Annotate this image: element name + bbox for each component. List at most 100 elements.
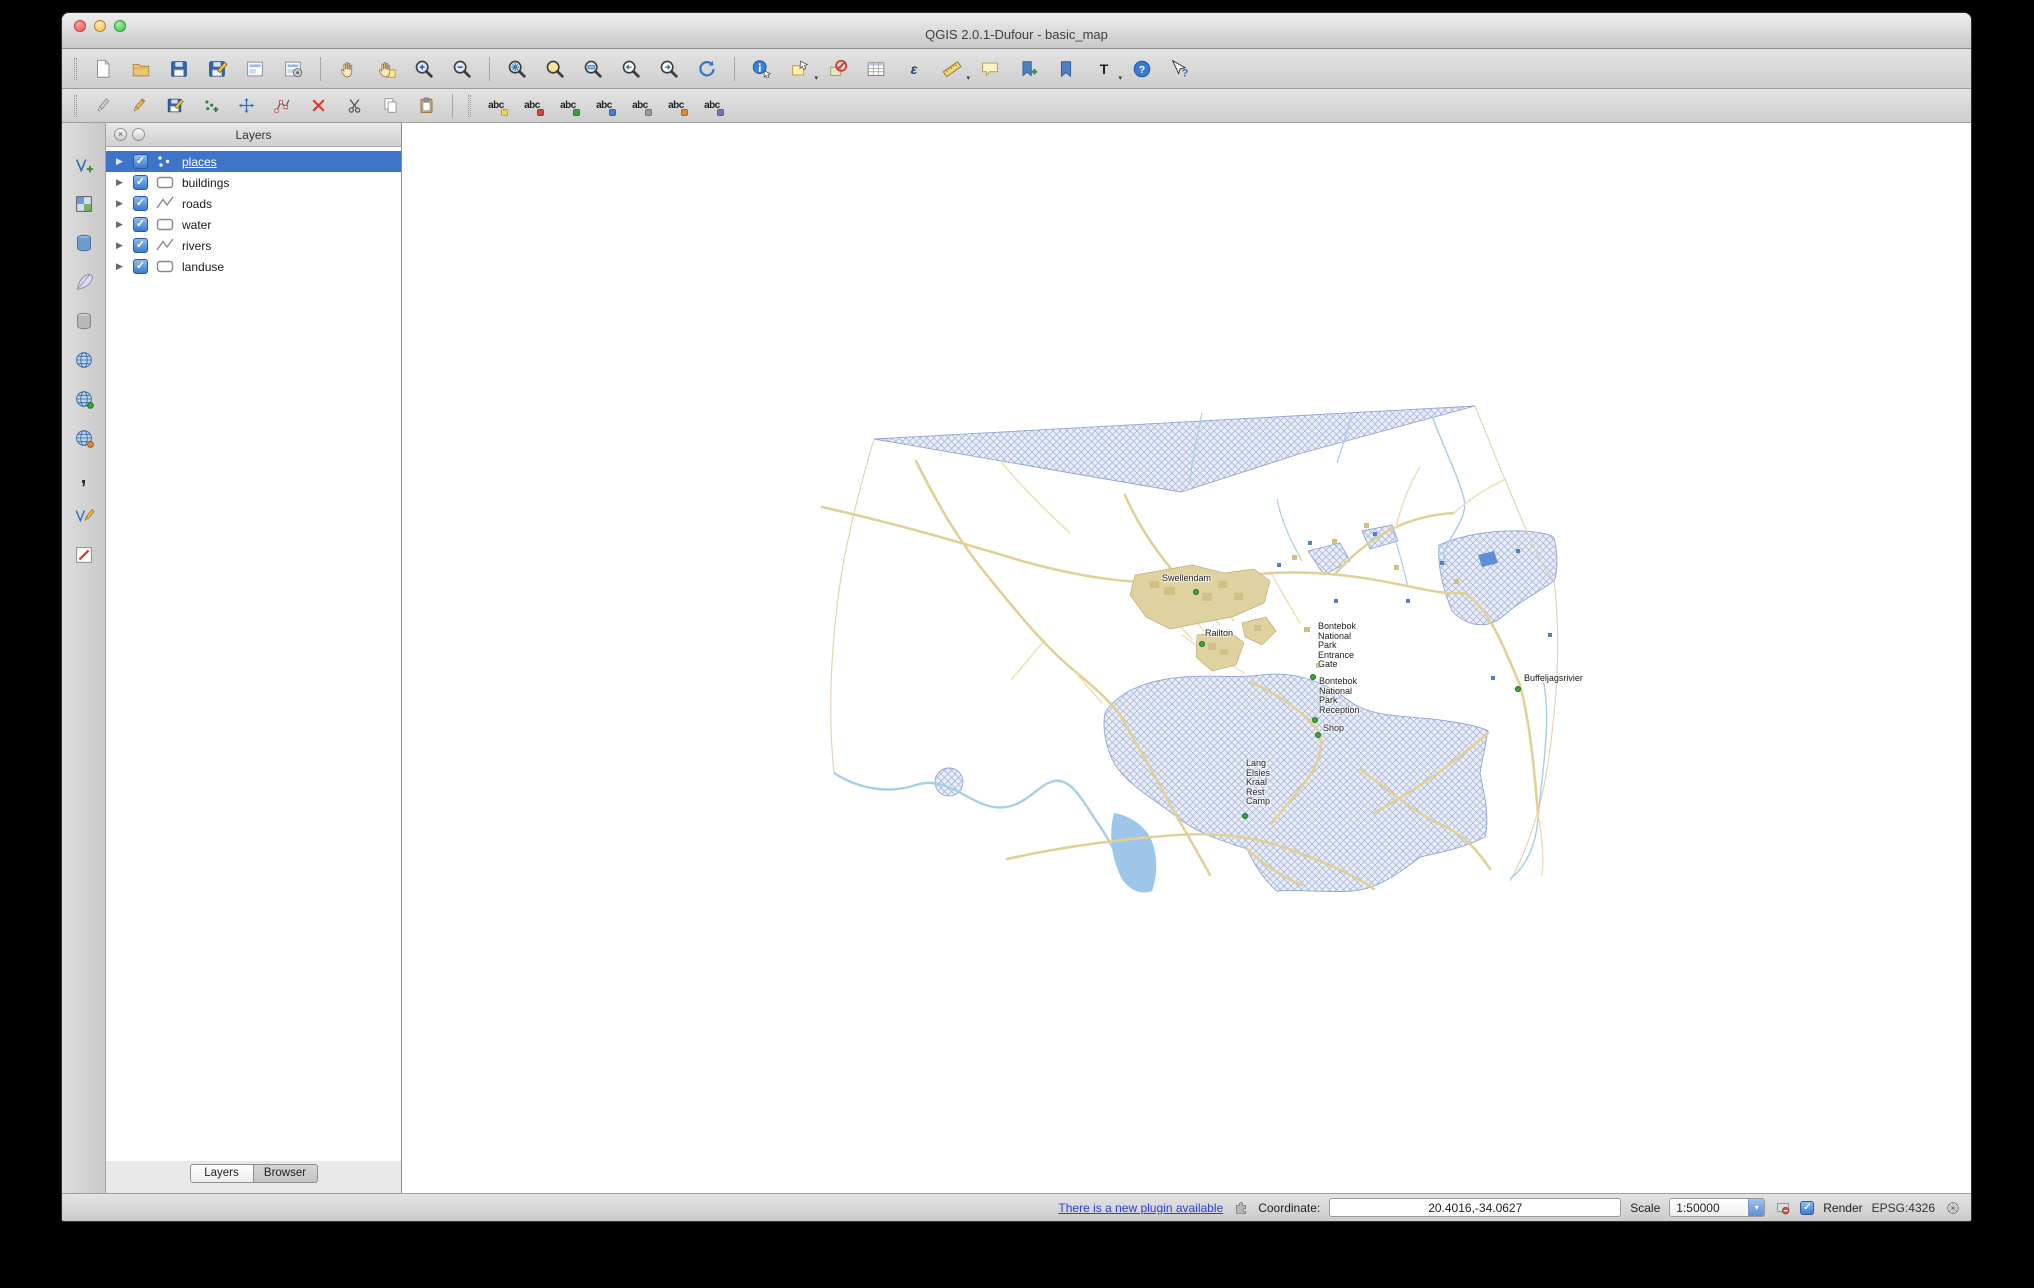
expand-arrow-icon[interactable]: ▶	[116, 177, 126, 188]
panel-close-button[interactable]: ×	[114, 128, 127, 141]
layer-checkbox[interactable]: ✓	[133, 154, 148, 169]
cut-features-button[interactable]	[339, 94, 369, 118]
stop-render-icon[interactable]	[1774, 1199, 1791, 1216]
floppy-disk-icon	[168, 58, 190, 80]
pan-to-selection-button[interactable]	[370, 55, 402, 83]
layer-labeling-options-button[interactable]: abc	[481, 94, 511, 118]
layer-checkbox[interactable]: ✓	[133, 238, 148, 253]
toolbar-grip[interactable]	[74, 95, 77, 117]
new-project-button[interactable]	[87, 55, 119, 83]
open-attribute-table-button[interactable]	[860, 55, 892, 83]
show-bookmarks-button[interactable]	[1050, 55, 1082, 83]
save-project-as-button[interactable]	[201, 55, 233, 83]
new-shapefile-layer-button[interactable]	[68, 502, 100, 530]
render-checkbox[interactable]: ✓	[1800, 1201, 1814, 1215]
move-label-button[interactable]: abc	[625, 94, 655, 118]
delete-selected-button[interactable]	[303, 94, 333, 118]
layer-checkbox[interactable]: ✓	[133, 175, 148, 190]
layer-item-landuse[interactable]: ▶ ✓ landuse	[106, 256, 401, 277]
add-delimited-text-layer-button[interactable]: ,	[68, 463, 100, 491]
field-calculator-button[interactable]: ε	[898, 55, 930, 83]
save-project-button[interactable]	[163, 55, 195, 83]
tab-layers[interactable]: Layers	[190, 1164, 254, 1183]
expand-arrow-icon[interactable]: ▶	[116, 261, 126, 272]
add-wms-layer-button[interactable]	[68, 346, 100, 374]
titlebar[interactable]: QGIS 2.0.1-Dufour - basic_map	[62, 13, 1971, 49]
zoom-in-button[interactable]	[408, 55, 440, 83]
pin-labels-button[interactable]: abc	[517, 94, 547, 118]
composer-page-icon	[244, 58, 266, 80]
zoom-to-selection-button[interactable]	[539, 55, 571, 83]
node-tool-button[interactable]	[267, 94, 297, 118]
panel-float-button[interactable]	[132, 128, 145, 141]
change-label-properties-button[interactable]: abc	[697, 94, 727, 118]
add-raster-layer-button[interactable]	[68, 190, 100, 218]
zoom-to-layer-button[interactable]	[577, 55, 609, 83]
close-window-button[interactable]	[74, 20, 86, 32]
zoom-out-button[interactable]	[446, 55, 478, 83]
current-edits-button[interactable]	[87, 94, 117, 118]
layer-checkbox[interactable]: ✓	[133, 217, 148, 232]
rotate-label-button[interactable]: abc	[661, 94, 691, 118]
add-wfs-layer-button[interactable]	[68, 424, 100, 452]
add-vector-layer-button[interactable]	[68, 151, 100, 179]
new-plugin-link[interactable]: There is a new plugin available	[1058, 1201, 1223, 1215]
plugin-icon[interactable]	[1232, 1199, 1249, 1216]
refresh-map-button[interactable]	[691, 55, 723, 83]
add-spatialite-layer-button[interactable]	[68, 268, 100, 296]
puzzle-icon	[1233, 1200, 1249, 1216]
measure-button[interactable]: ▾	[936, 55, 968, 83]
coordinate-label: Coordinate:	[1258, 1201, 1320, 1215]
minimize-window-button[interactable]	[94, 20, 106, 32]
expand-arrow-icon[interactable]: ▶	[116, 219, 126, 230]
layer-name: rivers	[182, 239, 211, 253]
layer-checkbox[interactable]: ✓	[133, 259, 148, 274]
toggle-editing-button[interactable]	[123, 94, 153, 118]
layer-checkbox[interactable]: ✓	[133, 196, 148, 211]
tab-browser[interactable]: Browser	[254, 1164, 318, 1183]
add-postgis-layer-button[interactable]	[68, 229, 100, 257]
zoom-full-button[interactable]	[501, 55, 533, 83]
zoom-last-button[interactable]	[615, 55, 647, 83]
crs-status-icon[interactable]	[1944, 1199, 1961, 1216]
save-layer-edits-button[interactable]	[159, 94, 189, 118]
paste-features-button[interactable]	[411, 94, 441, 118]
layer-item-buildings[interactable]: ▶ ✓ buildings	[106, 172, 401, 193]
zoom-next-button[interactable]	[653, 55, 685, 83]
whats-this-button[interactable]	[1164, 55, 1196, 83]
add-feature-button[interactable]	[195, 94, 225, 118]
move-feature-button[interactable]	[231, 94, 261, 118]
pan-map-button[interactable]	[332, 55, 364, 83]
toolbar-grip[interactable]	[74, 58, 77, 80]
help-contents-button[interactable]	[1126, 55, 1158, 83]
text-annotation-button[interactable]: T▾	[1088, 55, 1120, 83]
show-hide-labels-button[interactable]: abc	[589, 94, 619, 118]
new-print-composer-button[interactable]	[239, 55, 271, 83]
scale-combo[interactable]: 1:50000 ▾	[1669, 1198, 1765, 1217]
add-mssql-layer-button[interactable]	[68, 307, 100, 335]
expand-arrow-icon[interactable]: ▶	[116, 156, 126, 167]
expand-arrow-icon[interactable]: ▶	[116, 240, 126, 251]
open-project-button[interactable]	[125, 55, 157, 83]
copy-features-button[interactable]	[375, 94, 405, 118]
toolbar-grip[interactable]	[468, 95, 471, 117]
place-dot-railton	[1199, 641, 1205, 647]
layer-item-water[interactable]: ▶ ✓ water	[106, 214, 401, 235]
highlight-pinned-labels-button[interactable]: abc	[553, 94, 583, 118]
deselect-features-button[interactable]	[822, 55, 854, 83]
expand-arrow-icon[interactable]: ▶	[116, 198, 126, 209]
pan-hand-selection-icon	[375, 58, 397, 80]
layer-item-places[interactable]: ▶ ✓ places	[106, 151, 401, 172]
select-features-button[interactable]: ▾	[784, 55, 816, 83]
map-tips-button[interactable]	[974, 55, 1006, 83]
coordinate-input[interactable]	[1329, 1198, 1621, 1217]
remove-layer-button[interactable]	[68, 541, 100, 569]
layer-item-roads[interactable]: ▶ ✓ roads	[106, 193, 401, 214]
composer-manager-button[interactable]	[277, 55, 309, 83]
identify-features-button[interactable]	[746, 55, 778, 83]
new-bookmark-button[interactable]	[1012, 55, 1044, 83]
layer-item-rivers[interactable]: ▶ ✓ rivers	[106, 235, 401, 256]
map-canvas[interactable]: Swellendam Railton Bontebok National Par…	[402, 123, 1971, 1193]
add-wcs-layer-button[interactable]	[68, 385, 100, 413]
zoom-window-button[interactable]	[114, 20, 126, 32]
